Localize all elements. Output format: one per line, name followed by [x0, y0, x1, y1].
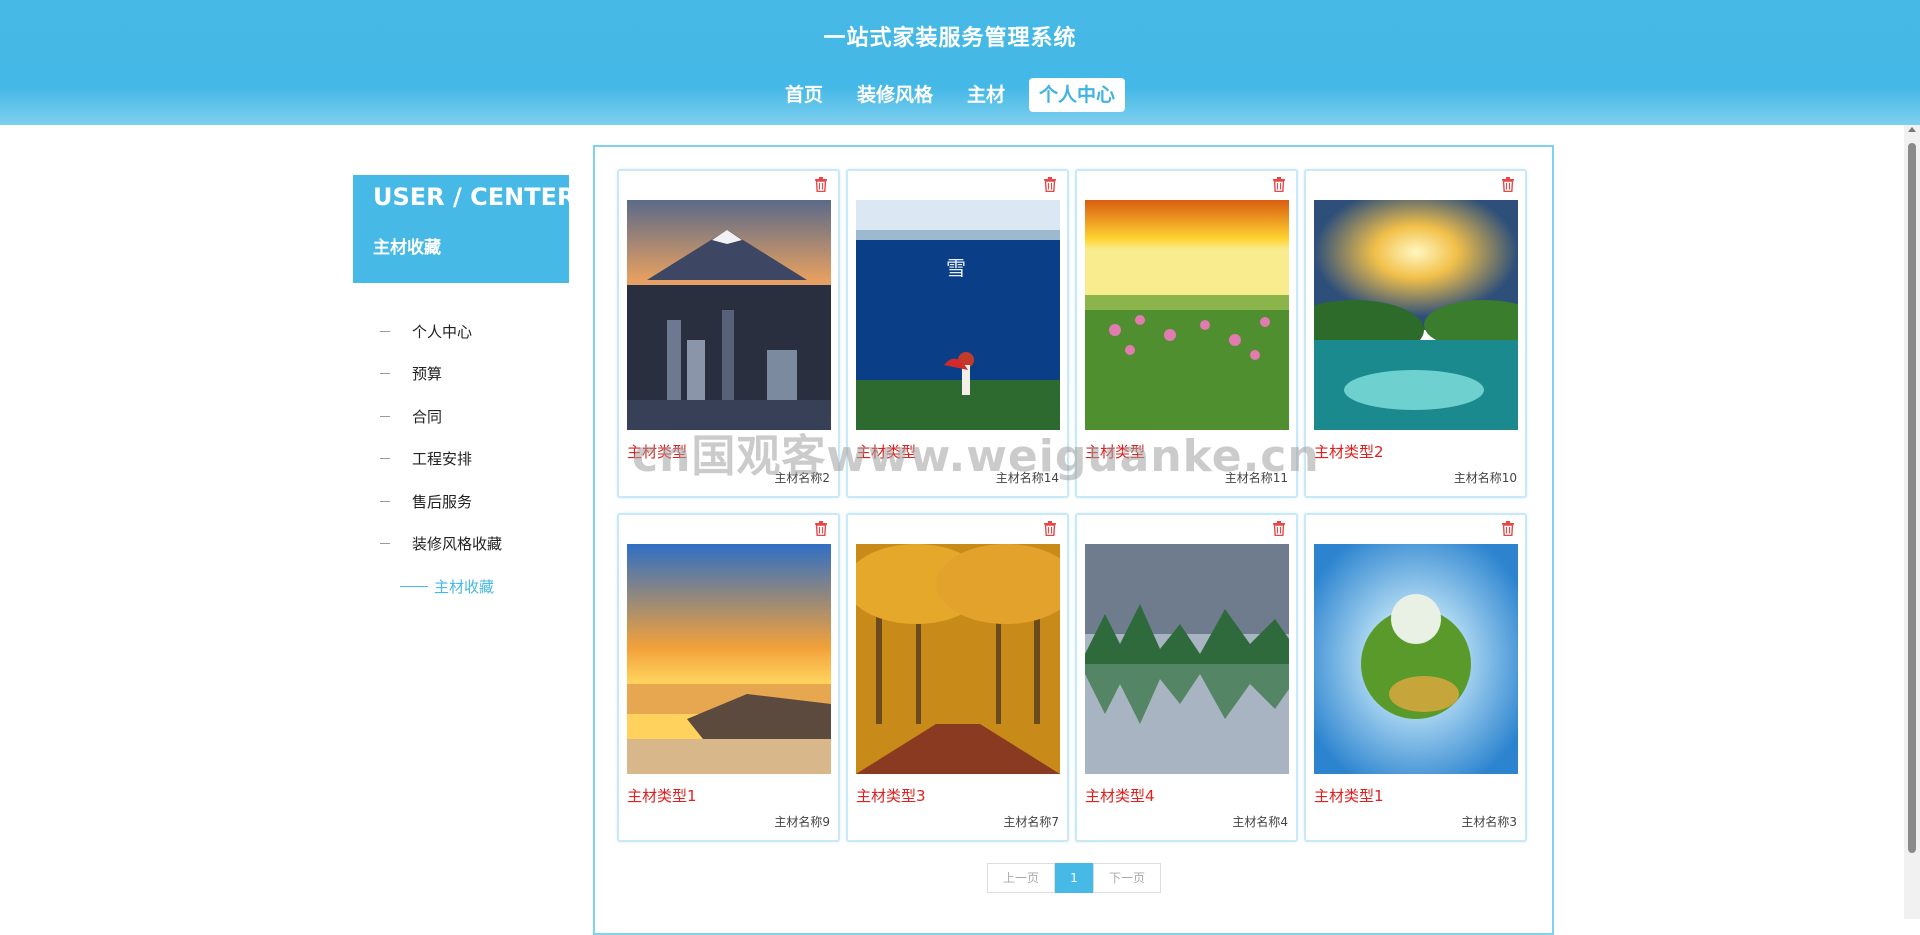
scroll-thumb[interactable]	[1908, 143, 1916, 853]
sidebar-item-user-center[interactable]: 个人中心	[353, 310, 569, 353]
dash-icon	[380, 543, 390, 545]
material-image[interactable]	[627, 200, 831, 430]
trash-icon[interactable]	[1501, 177, 1515, 192]
favorite-card[interactable]: 主材类型4 主材名称4	[1075, 513, 1298, 842]
sidebar-item-material-favorites[interactable]: 主材收藏	[353, 565, 569, 608]
main-nav: 首页 装修风格 主材 个人中心	[0, 78, 1900, 112]
material-image[interactable]	[1314, 200, 1518, 430]
material-type: 主材类型	[856, 443, 917, 461]
sidebar-item-label: 预算	[412, 365, 443, 384]
dash-icon	[380, 458, 390, 460]
top-header: 一站式家装服务管理系统 首页 装修风格 主材 个人中心	[0, 0, 1920, 125]
sidebar-item-after-sales[interactable]: 售后服务	[353, 480, 569, 523]
next-page-button[interactable]: 下一页	[1093, 863, 1161, 893]
material-image[interactable]	[627, 544, 831, 774]
trash-icon[interactable]	[1043, 177, 1057, 192]
sidebar-item-schedule[interactable]: 工程安排	[353, 438, 569, 481]
material-type: 主材类型4	[1085, 787, 1155, 805]
material-name: 主材名称2	[774, 471, 830, 485]
sidebar-item-label: 工程安排	[412, 450, 473, 469]
trash-icon[interactable]	[1272, 521, 1286, 536]
trash-icon[interactable]	[814, 177, 828, 192]
material-type: 主材类型1	[627, 787, 697, 805]
sidebar-item-budget[interactable]: 预算	[353, 353, 569, 396]
sidebar-item-label: 装修风格收藏	[412, 535, 503, 554]
dash-icon	[380, 373, 390, 375]
sidebar-item-label: 售后服务	[412, 492, 473, 511]
sidebar-heading-zh: 主材收藏	[373, 238, 441, 258]
material-name: 主材名称9	[774, 815, 830, 829]
material-image[interactable]	[1085, 544, 1289, 774]
favorites-panel: 主材类型 主材名称2 雪 主材类型 主材名称14 主材类型 主材名称11 主材类…	[593, 145, 1554, 935]
material-name: 主材名称7	[1003, 815, 1059, 829]
pagination: 上一页 1 下一页	[987, 863, 1161, 893]
material-image[interactable]	[1085, 200, 1289, 430]
trash-icon[interactable]	[814, 521, 828, 536]
trash-icon[interactable]	[1272, 177, 1286, 192]
material-name: 主材名称11	[1224, 471, 1288, 485]
trash-icon[interactable]	[1501, 521, 1515, 536]
material-name: 主材名称14	[995, 471, 1059, 485]
nav-home[interactable]: 首页	[775, 78, 833, 112]
favorite-card[interactable]: 雪 主材类型 主材名称14	[846, 169, 1069, 498]
dash-icon	[400, 585, 428, 587]
sidebar-item-style-favorites[interactable]: 装修风格收藏	[353, 523, 569, 566]
scroll-up-arrow-icon[interactable]	[1908, 127, 1916, 132]
favorites-grid: 主材类型 主材名称2 雪 主材类型 主材名称14 主材类型 主材名称11 主材类…	[617, 169, 1527, 842]
favorite-card[interactable]: 主材类型1 主材名称3	[1304, 513, 1527, 842]
material-image[interactable]: 雪	[856, 200, 1060, 430]
material-type: 主材类型1	[1314, 787, 1384, 805]
dash-icon	[380, 500, 390, 502]
sidebar-item-label: 合同	[412, 407, 443, 426]
favorite-card[interactable]: 主材类型3 主材名称7	[846, 513, 1069, 842]
material-type: 主材类型3	[856, 787, 926, 805]
favorite-card[interactable]: 主材类型 主材名称11	[1075, 169, 1298, 498]
nav-decoration-style[interactable]: 装修风格	[847, 78, 943, 112]
favorite-card[interactable]: 主材类型1 主材名称9	[617, 513, 840, 842]
favorite-card[interactable]: 主材类型2 主材名称10	[1304, 169, 1527, 498]
nav-materials[interactable]: 主材	[957, 78, 1015, 112]
material-name: 主材名称10	[1453, 471, 1517, 485]
nav-user-center[interactable]: 个人中心	[1029, 78, 1126, 112]
sidebar-menu: 个人中心 预算 合同 工程安排 售后服务 装修风格收藏 主材收藏	[353, 310, 569, 608]
sidebar-item-contract[interactable]: 合同	[353, 395, 569, 438]
material-type: 主材类型	[1085, 443, 1146, 461]
material-type: 主材类型	[627, 443, 688, 461]
sidebar-heading-en: USER / CENTER	[373, 183, 576, 211]
favorite-card[interactable]: 主材类型 主材名称2	[617, 169, 840, 498]
page-scrollbar[interactable]	[1904, 125, 1920, 919]
material-name: 主材名称4	[1232, 815, 1288, 829]
trash-icon[interactable]	[1043, 521, 1057, 536]
site-title: 一站式家装服务管理系统	[823, 26, 1077, 51]
dash-icon	[380, 330, 390, 332]
material-name: 主材名称3	[1461, 815, 1517, 829]
dash-icon	[380, 415, 390, 417]
sidebar-item-label: 个人中心	[412, 322, 473, 341]
svg-text:雪: 雪	[946, 256, 966, 280]
page-number-button[interactable]: 1	[1055, 863, 1093, 893]
sidebar-heading: USER / CENTER 主材收藏	[353, 175, 575, 283]
material-type: 主材类型2	[1314, 443, 1384, 461]
material-image[interactable]	[856, 544, 1060, 774]
sidebar-item-label: 主材收藏	[434, 577, 495, 596]
material-image[interactable]	[1314, 544, 1518, 774]
prev-page-button[interactable]: 上一页	[987, 863, 1055, 893]
